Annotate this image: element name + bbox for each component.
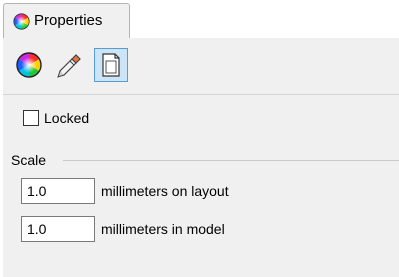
color-wheel-icon — [13, 13, 30, 30]
locked-checkbox[interactable] — [23, 110, 39, 126]
properties-panel: Locked Scale millimeters on layout milli… — [3, 38, 399, 277]
layout-scale-row: millimeters on layout — [21, 178, 229, 204]
locked-row: Locked — [23, 108, 89, 128]
toolbar-divider — [3, 94, 399, 95]
texture-button[interactable] — [53, 48, 87, 82]
scale-group-line — [63, 160, 399, 161]
model-scale-input[interactable] — [21, 216, 95, 242]
properties-toolbar — [3, 38, 399, 92]
paint-tube-icon — [57, 54, 81, 78]
color-wheel-icon — [16, 52, 42, 78]
tab-label: Properties — [34, 12, 103, 29]
locked-label: Locked — [44, 110, 90, 126]
model-scale-label: millimeters in model — [101, 221, 225, 237]
material-color-button[interactable] — [12, 48, 46, 82]
layout-scale-input[interactable] — [21, 178, 95, 204]
model-scale-row: millimeters in model — [21, 216, 225, 242]
layout-scale-label: millimeters on layout — [101, 183, 229, 199]
tab-properties[interactable]: Properties — [3, 3, 130, 38]
page-properties-button[interactable] — [94, 48, 128, 82]
page-icon — [102, 53, 120, 77]
tab-strip: Properties — [0, 0, 399, 38]
scale-group-label: Scale — [11, 152, 47, 168]
